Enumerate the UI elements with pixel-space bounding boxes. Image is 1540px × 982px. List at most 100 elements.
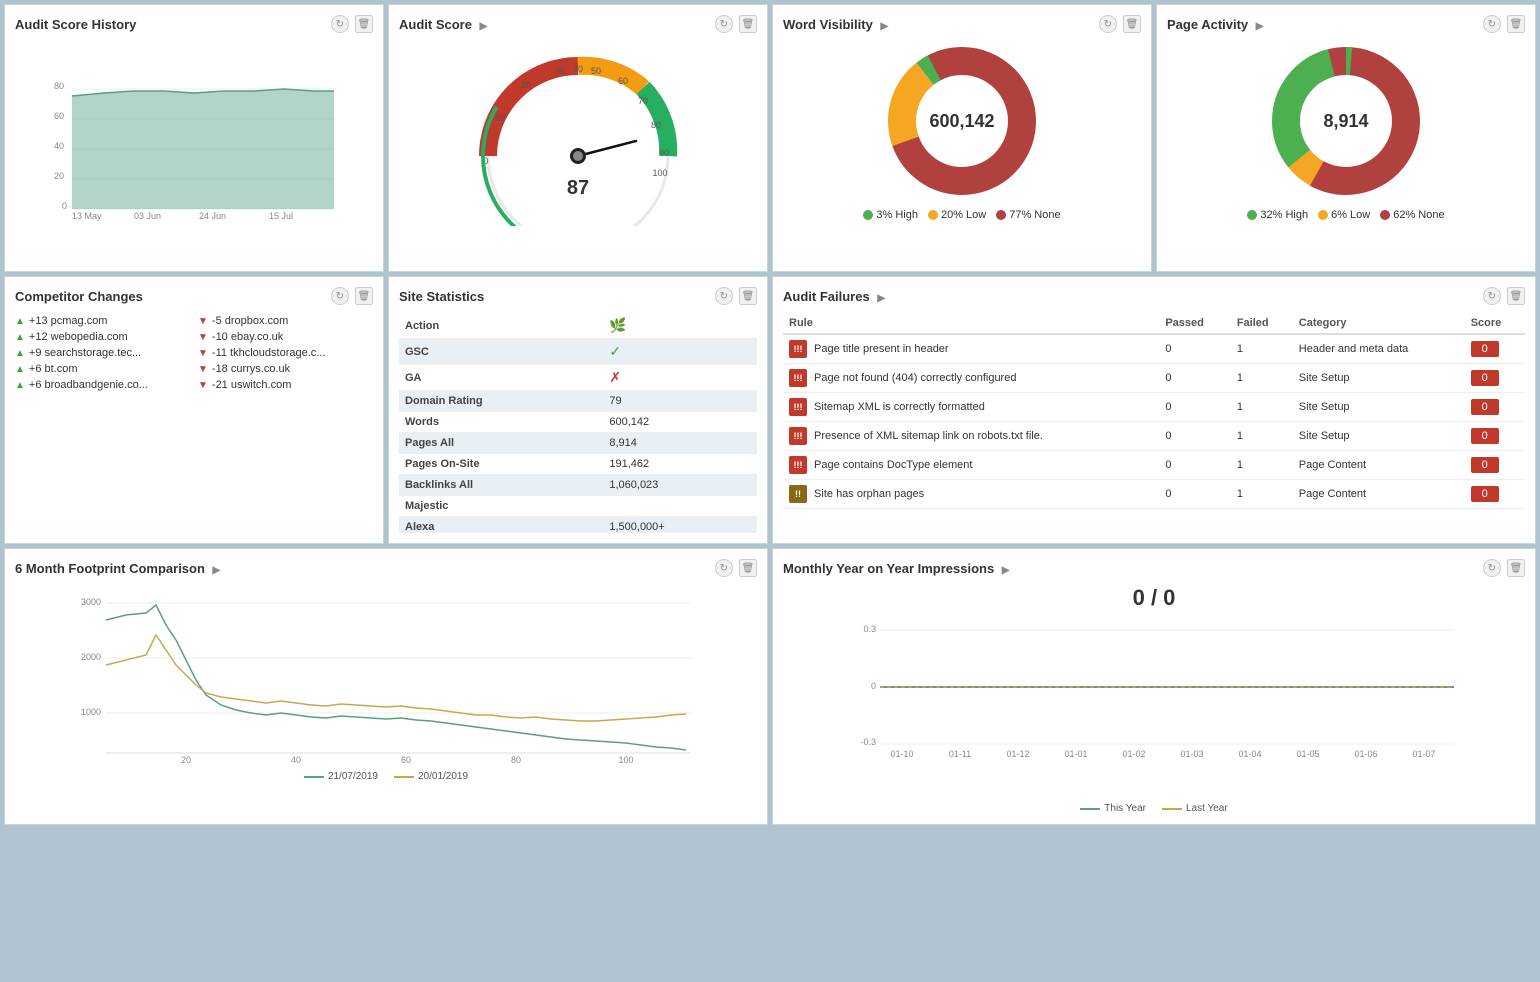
score-cell: 0 (1465, 393, 1525, 422)
footprint-comparison-card: 6 Month Footprint Comparison ▶ ↻ 🗑 3000 … (4, 548, 768, 825)
passed-cell: 0 (1159, 480, 1231, 509)
card-actions: ↻ 🗑 (1483, 287, 1525, 305)
legend-line (304, 776, 324, 778)
legend-none: 62% None (1380, 209, 1444, 221)
card-actions: ↻ 🗑 (1099, 15, 1141, 33)
table-row: !!! Page not found (404) correctly confi… (783, 364, 1525, 393)
list-item: ▲ +13 pcmag.com (15, 313, 190, 329)
card-header: Page Activity ▶ ↻ 🗑 (1167, 15, 1525, 33)
passed-cell: 0 (1159, 451, 1231, 480)
title-arrow: ▶ (480, 21, 488, 32)
svg-text:01-05: 01-05 (1296, 749, 1319, 757)
failed-cell: 1 (1231, 364, 1293, 393)
svg-text:01-01: 01-01 (1064, 749, 1087, 757)
refresh-button[interactable]: ↻ (1483, 287, 1501, 305)
delete-button[interactable]: 🗑 (1507, 15, 1525, 33)
legend-item-current: 21/07/2019 (304, 771, 378, 782)
card-actions: ↻ 🗑 (331, 287, 373, 305)
refresh-button[interactable]: ↻ (1483, 15, 1501, 33)
table-row: !!! Presence of XML sitemap link on robo… (783, 422, 1525, 451)
svg-text:01-03: 01-03 (1180, 749, 1203, 757)
impressions-score: 0 / 0 (783, 585, 1525, 611)
svg-text:40: 40 (291, 755, 301, 765)
table-row: !!! Page contains DocType element 0 1 Pa… (783, 451, 1525, 480)
arrow-up-icon: ▲ (15, 380, 25, 391)
legend-label-prev: 20/01/2019 (418, 771, 468, 782)
failed-cell: 1 (1231, 334, 1293, 364)
svg-text:60: 60 (401, 755, 411, 765)
delete-button[interactable]: 🗑 (739, 287, 757, 305)
legend-dot-low (928, 210, 938, 220)
col-rule: Rule (783, 313, 1159, 334)
arrow-down-icon: ▼ (198, 348, 208, 359)
score-badge: 0 (1471, 341, 1499, 357)
check-red-icon: ✗ (609, 369, 621, 385)
score-cell: 0 (1465, 480, 1525, 509)
delete-button[interactable]: 🗑 (739, 15, 757, 33)
svg-text:01-11: 01-11 (949, 749, 971, 757)
card-header: Word Visibility ▶ ↻ 🗑 (783, 15, 1141, 33)
legend-none-label: 62% None (1393, 209, 1444, 221)
competitor-changes-card: Competitor Changes ↻ 🗑 ▲ +13 pcmag.com ▲… (4, 276, 384, 544)
competitor-value: -21 uswitch.com (212, 379, 291, 391)
table-row: !!! Page title present in header 0 1 Hea… (783, 334, 1525, 364)
competitor-value: +6 broadbandgenie.co... (29, 379, 148, 391)
list-item: ▼ -18 currys.co.uk (198, 361, 373, 377)
refresh-button[interactable]: ↻ (1099, 15, 1117, 33)
title-arrow: ▶ (877, 293, 885, 304)
delete-button[interactable]: 🗑 (1123, 15, 1141, 33)
svg-text:60: 60 (618, 76, 628, 86)
refresh-button[interactable]: ↻ (331, 15, 349, 33)
list-item: ▲ +9 searchstorage.tec... (15, 345, 190, 361)
category-cell: Site Setup (1293, 393, 1465, 422)
passed-cell: 0 (1159, 393, 1231, 422)
svg-text:600,142: 600,142 (929, 111, 994, 131)
legend-high: 3% High (863, 209, 918, 221)
impressions-title: Monthly Year on Year Impressions ▶ (783, 561, 1010, 576)
table-row: Backlinks All 1,060,023 (399, 475, 757, 496)
legend-dot-low (1318, 210, 1328, 220)
audit-scroll[interactable]: Rule Passed Failed Category Score !!! Pa… (783, 313, 1525, 509)
refresh-button[interactable]: ↻ (715, 15, 733, 33)
rule-icon: !! (789, 485, 807, 503)
delete-button[interactable]: 🗑 (1507, 287, 1525, 305)
audit-history-chart: 0 20 40 60 80 13 May 03 Jun 24 Jun 15 Ju… (15, 41, 373, 221)
svg-text:10: 10 (495, 113, 505, 123)
delete-button[interactable]: 🗑 (355, 287, 373, 305)
card-header: Audit Failures ▶ ↻ 🗑 (783, 287, 1525, 305)
legend-dot-high (1247, 210, 1257, 220)
refresh-button[interactable]: ↻ (715, 287, 733, 305)
impressions-chart: 0.3 0 -0.3 01-10 01-11 01-12 01-01 01-02… (783, 617, 1525, 797)
delete-button[interactable]: 🗑 (739, 559, 757, 577)
svg-text:20: 20 (181, 755, 191, 765)
impressions-card: Monthly Year on Year Impressions ▶ ↻ 🗑 0… (772, 548, 1536, 825)
arrow-down-icon: ▼ (198, 332, 208, 343)
audit-history-title: Audit Score History (15, 17, 136, 32)
stats-scroll[interactable]: Action 🌿 GSC ✓ GA ✗ Domain Rating 79 (399, 313, 757, 533)
site-statistics-title: Site Statistics (399, 289, 484, 304)
table-row: !! Site has orphan pages 0 1 Page Conten… (783, 480, 1525, 509)
svg-text:0: 0 (62, 201, 67, 211)
page-activity-donut: 8,914 32% High 6% Low 62% None (1167, 41, 1525, 261)
delete-button[interactable]: 🗑 (1507, 559, 1525, 577)
rule-cell: !!! Page contains DocType element (783, 451, 1159, 480)
title-arrow: ▶ (213, 565, 221, 576)
svg-text:01-12: 01-12 (1006, 749, 1029, 757)
stat-value (603, 496, 757, 517)
card-header: Audit Score History ↻ 🗑 (15, 15, 373, 33)
svg-text:01-07: 01-07 (1412, 749, 1435, 757)
svg-text:15 Jul: 15 Jul (269, 211, 293, 221)
svg-text:100: 100 (652, 168, 667, 178)
legend-label-this-year: This Year (1104, 803, 1146, 814)
stat-label: Alexa (399, 517, 603, 534)
legend-line (1080, 808, 1100, 810)
delete-button[interactable]: 🗑 (355, 15, 373, 33)
refresh-button[interactable]: ↻ (1483, 559, 1501, 577)
audit-failures-card: Audit Failures ▶ ↻ 🗑 Rule Passed Failed … (772, 276, 1536, 544)
card-actions: ↻ 🗑 (1483, 559, 1525, 577)
refresh-button[interactable]: ↻ (715, 559, 733, 577)
card-header: Competitor Changes ↻ 🗑 (15, 287, 373, 305)
refresh-button[interactable]: ↻ (331, 287, 349, 305)
stat-value: 191,462 (603, 454, 757, 475)
legend-label-current: 21/07/2019 (328, 771, 378, 782)
